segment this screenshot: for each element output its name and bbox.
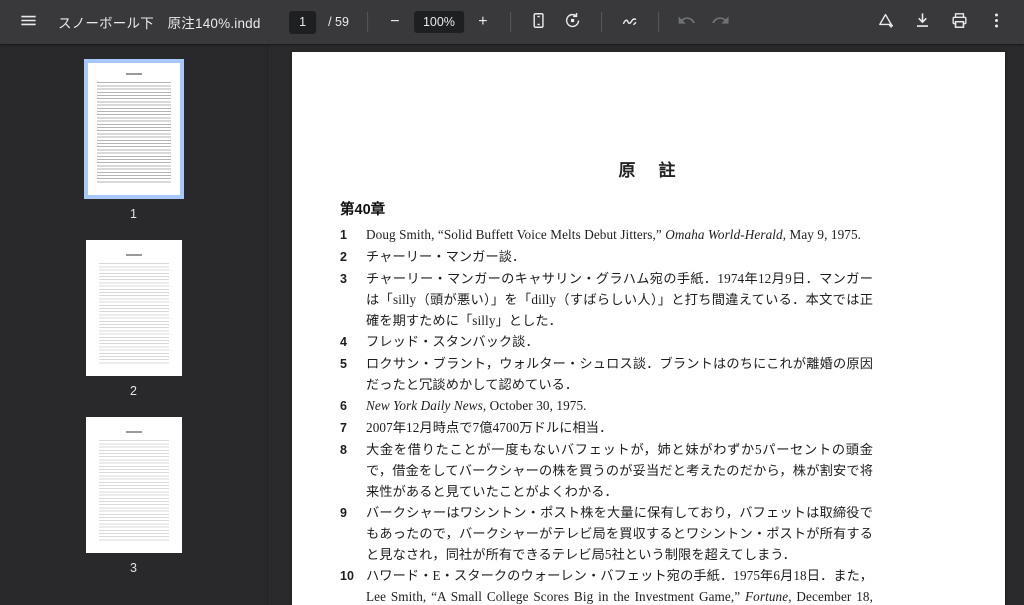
note-number: 1 — [340, 224, 366, 246]
fit-page-button[interactable] — [525, 8, 553, 36]
note-number: 4 — [340, 331, 366, 353]
note-number: 3 — [340, 268, 366, 331]
note-number: 2 — [340, 246, 366, 268]
download-button[interactable] — [908, 8, 936, 36]
note-text: New York Daily News, October 30, 1975. — [366, 395, 873, 417]
more-vertical-icon — [987, 11, 1006, 33]
note-number: 10 — [340, 565, 366, 605]
redo-button[interactable] — [707, 8, 735, 36]
toolbar-divider — [658, 12, 659, 32]
note-text: Doug Smith, “Solid Buffett Voice Melts D… — [366, 224, 873, 246]
note-row: 3 チャーリー・マンガーのキャサリン・グラハム宛の手紙．1974年12月9日．マ… — [340, 268, 873, 331]
undo-icon — [677, 11, 696, 33]
download-icon — [913, 11, 932, 33]
thumbnail-page-number: 2 — [130, 384, 137, 398]
pdf-viewer-toolbar: スノーボール下 原注140%.indd / 59 − 100% + — [0, 0, 1024, 44]
print-button[interactable] — [945, 8, 973, 36]
page-total-label: / 59 — [328, 15, 349, 29]
annotate-button[interactable] — [616, 8, 644, 36]
thumbnail-page-preview[interactable] — [86, 240, 182, 376]
note-text: チャーリー・マンガー談． — [366, 246, 873, 268]
note-row: 4 フレッド・スタンバック談． — [340, 331, 873, 353]
print-icon — [950, 11, 969, 33]
pdf-page-scroll-area[interactable]: 原 註 第40章 1 Doug Smith, “Solid Buffett Vo… — [268, 44, 1024, 605]
rotate-button[interactable] — [559, 8, 587, 36]
note-text: 大金を借りたことが一度もないバフェットが，姉と妹がわずか5パーセントの頭金で，借… — [366, 439, 873, 502]
thumbnail-page-number: 3 — [130, 561, 137, 575]
thumbnail-title-mark — [126, 431, 142, 433]
menu-button[interactable] — [14, 8, 42, 36]
pdf-page-1: 原 註 第40章 1 Doug Smith, “Solid Buffett Vo… — [292, 52, 1005, 605]
thumbnail-item[interactable]: 3 — [86, 417, 182, 575]
notes-list: 1 Doug Smith, “Solid Buffett Voice Melts… — [340, 224, 873, 605]
note-text: フレッド・スタンバック談． — [366, 331, 873, 353]
document-title: スノーボール下 原注140%.indd — [58, 12, 261, 32]
note-number: 7 — [340, 417, 366, 439]
save-to-drive-button[interactable] — [871, 8, 899, 36]
note-text: バークシャーはワシントン・ポスト株を大量に保有しており，バフェットは取締役でもあ… — [366, 502, 873, 565]
note-row: 9 バークシャーはワシントン・ポスト株を大量に保有しており，バフェットは取締役で… — [340, 502, 873, 565]
toolbar-divider — [601, 12, 602, 32]
thumbnail-item[interactable]: 2 — [86, 240, 182, 398]
toolbar-divider — [367, 12, 368, 32]
thumbnail-page-preview[interactable] — [86, 417, 182, 553]
thumbnail-content-lines — [97, 80, 171, 184]
save-to-drive-icon — [876, 11, 895, 33]
note-row: 5 ロクサン・ブラント，ウォルター・シュロス談．ブラントはのちにこれが離婚の原因… — [340, 353, 873, 395]
undo-button[interactable] — [673, 8, 701, 36]
note-row: 7 2007年12月時点で7億4700万ドルに相当． — [340, 417, 873, 439]
hamburger-icon — [19, 11, 38, 33]
fit-page-icon — [529, 11, 548, 33]
more-options-button[interactable] — [982, 8, 1010, 36]
thumbnail-page-number: 1 — [130, 207, 137, 221]
page-number-input[interactable] — [289, 11, 316, 34]
note-row: 1 Doug Smith, “Solid Buffett Voice Melts… — [340, 224, 873, 246]
note-row: 6 New York Daily News, October 30, 1975. — [340, 395, 873, 417]
note-text: ハワード・E・スタークのウォーレン・バフェット宛の手紙．1975年6月18日．ま… — [366, 565, 873, 605]
note-row: 8 大金を借りたことが一度もないバフェットが，姉と妹がわずか5パーセントの頭金で… — [340, 439, 873, 502]
redo-icon — [711, 11, 730, 33]
thumbnail-content-lines — [99, 438, 169, 542]
page-title: 原 註 — [292, 52, 1005, 181]
thumbnail-content-lines — [99, 261, 169, 365]
zoom-level-value[interactable]: 100% — [414, 11, 464, 33]
note-row: 2 チャーリー・マンガー談． — [340, 246, 873, 268]
zoom-out-button[interactable]: − — [382, 9, 408, 35]
thumbnail-title-mark — [126, 254, 142, 256]
note-number: 9 — [340, 502, 366, 565]
zoom-in-button[interactable]: + — [470, 9, 496, 35]
note-row: 10 ハワード・E・スタークのウォーレン・バフェット宛の手紙．1975年6月18… — [340, 565, 873, 605]
viewer-content: 1 2 3 原 註 第40章 1 Doug Smith, “Solid Buff… — [0, 44, 1024, 605]
note-text: 2007年12月時点で7億4700万ドルに相当． — [366, 417, 873, 439]
rotate-ccw-icon — [563, 11, 582, 33]
thumbnail-page-preview[interactable] — [84, 59, 184, 199]
chapter-heading: 第40章 — [340, 198, 873, 219]
note-text: チャーリー・マンガーのキャサリン・グラハム宛の手紙．1974年12月9日．マンガ… — [366, 268, 873, 331]
note-text: ロクサン・ブラント，ウォルター・シュロス談．ブラントはのちにこれが離婚の原因だっ… — [366, 353, 873, 395]
toolbar-divider — [510, 12, 511, 32]
note-number: 6 — [340, 395, 366, 417]
note-number: 5 — [340, 353, 366, 395]
thumbnail-item[interactable]: 1 — [84, 59, 184, 221]
note-number: 8 — [340, 439, 366, 502]
annotate-pen-icon — [620, 11, 639, 33]
thumbnail-title-mark — [126, 73, 142, 75]
thumbnail-sidebar[interactable]: 1 2 3 — [0, 44, 268, 605]
